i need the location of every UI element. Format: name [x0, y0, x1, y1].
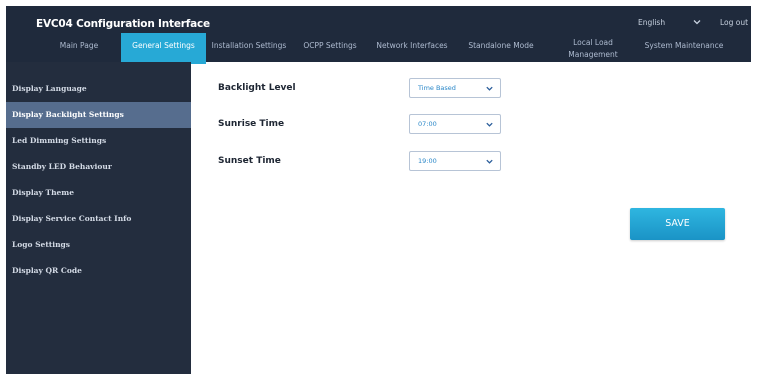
backlight-level-label: Backlight Level — [218, 83, 296, 93]
sidebar: Display Language Display Backlight Setti… — [6, 62, 191, 374]
chevron-down-icon — [486, 86, 493, 91]
sidebar-item-display-service-contact-info[interactable]: Display Service Contact Info — [6, 206, 191, 232]
sunrise-time-value: 07:00 — [418, 120, 437, 128]
app-title: EVC04 Configuration Interface — [36, 18, 210, 30]
language-selector[interactable]: English — [638, 18, 665, 27]
tab-ocpp-settings[interactable]: OCPP Settings — [292, 33, 368, 62]
tab-network-interfaces[interactable]: Network Interfaces — [368, 33, 456, 62]
sunset-time-value: 19:00 — [418, 157, 437, 165]
sidebar-item-display-qr-code[interactable]: Display QR Code — [6, 258, 191, 284]
sidebar-item-display-theme[interactable]: Display Theme — [6, 180, 191, 206]
tab-standalone-mode[interactable]: Standalone Mode — [456, 33, 546, 62]
sidebar-item-logo-settings[interactable]: Logo Settings — [6, 232, 191, 258]
sunrise-time-select[interactable]: 07:00 — [409, 114, 501, 134]
sunset-time-select[interactable]: 19:00 — [409, 151, 501, 171]
backlight-level-select[interactable]: Time Based — [409, 78, 501, 98]
chevron-down-icon — [486, 122, 493, 127]
tab-local-load-management[interactable]: Local Load Management — [568, 33, 618, 62]
logout-link[interactable]: Log out — [720, 18, 748, 27]
sunset-time-label: Sunset Time — [218, 156, 281, 166]
chevron-down-icon — [486, 159, 493, 164]
backlight-level-value: Time Based — [418, 84, 456, 92]
sidebar-item-standby-led-behaviour[interactable]: Standby LED Behaviour — [6, 154, 191, 180]
tab-installation-settings[interactable]: Installation Settings — [206, 33, 292, 62]
sunrise-time-label: Sunrise Time — [218, 119, 285, 129]
tab-main-page[interactable]: Main Page — [36, 33, 122, 62]
tab-system-maintenance[interactable]: System Maintenance — [634, 33, 734, 62]
sidebar-item-led-dimming-settings[interactable]: Led Dimming Settings — [6, 128, 191, 154]
top-header: EVC04 Configuration Interface English Lo… — [6, 6, 751, 64]
tab-general-settings[interactable]: General Settings — [121, 33, 206, 64]
chevron-down-icon[interactable] — [692, 17, 702, 27]
sidebar-item-display-backlight-settings[interactable]: Display Backlight Settings — [6, 102, 191, 128]
sidebar-item-display-language[interactable]: Display Language — [6, 76, 191, 102]
save-button[interactable]: SAVE — [630, 208, 725, 240]
